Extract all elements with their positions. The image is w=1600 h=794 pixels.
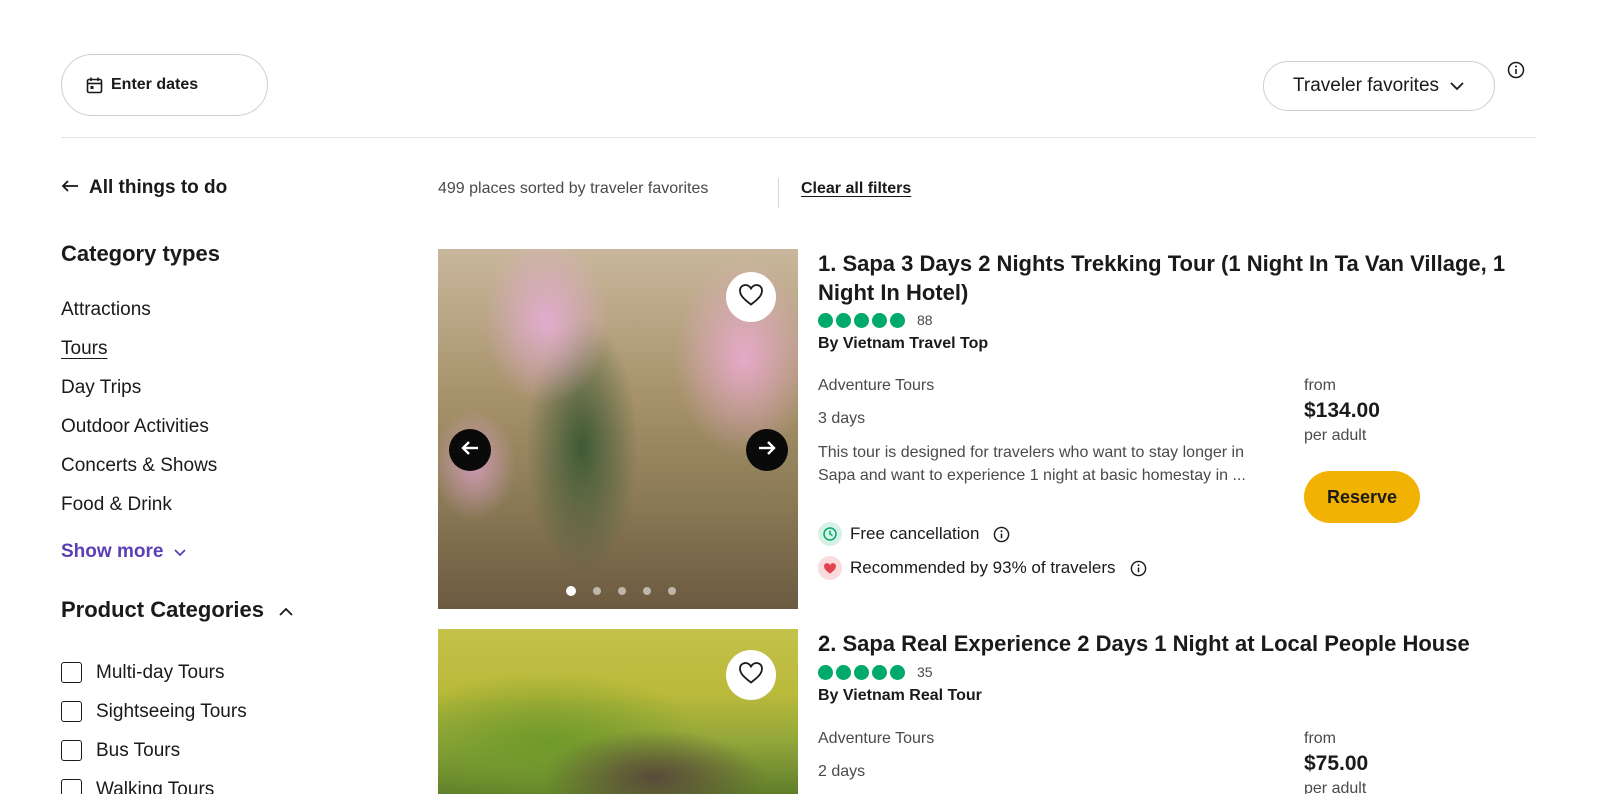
listing-photo[interactable]	[438, 629, 798, 794]
checkbox[interactable]	[61, 662, 82, 683]
photo-pagination	[566, 586, 676, 596]
sort-label: Traveler favorites	[1292, 75, 1440, 96]
sort-dropdown[interactable]: Traveler favorites	[1263, 61, 1495, 111]
heart-icon	[818, 556, 842, 580]
next-photo-button[interactable]	[746, 429, 788, 471]
rating-bubble-icon	[854, 664, 869, 680]
rating-bubbles: 35	[818, 664, 933, 680]
operator-name[interactable]: By Vietnam Real Tour	[818, 687, 982, 705]
rating-bubble-icon	[818, 312, 833, 328]
checkbox[interactable]	[61, 779, 82, 794]
product-category-bus[interactable]: Bus Tours	[61, 731, 247, 770]
product-category-walking[interactable]: Walking Tours	[61, 770, 247, 794]
price: $134.00	[1304, 399, 1380, 422]
checkbox[interactable]	[61, 701, 82, 722]
listing-description: This tour is designed for travelers who …	[818, 444, 1246, 484]
info-icon[interactable]	[1130, 560, 1147, 577]
category-types-heading: Category types	[61, 241, 220, 266]
product-category-label: Multi-day Tours	[96, 661, 225, 683]
calendar-icon	[86, 77, 103, 94]
category-item-outdoor-activities[interactable]: Outdoor Activities	[61, 413, 217, 452]
per-adult-label: per adult	[1304, 427, 1367, 444]
save-favorite-button[interactable]	[726, 272, 776, 322]
results-summary: 499 places sorted by traveler favorites	[438, 180, 709, 197]
listing-category: Adventure Tours	[818, 377, 935, 394]
price: $75.00	[1304, 752, 1369, 775]
chevron-down-icon	[173, 541, 187, 563]
product-category-multi-day[interactable]: Multi-day Tours	[61, 653, 247, 692]
enter-dates-label: Enter dates	[111, 76, 199, 93]
price-from-label: from	[1304, 730, 1336, 747]
divider	[778, 178, 779, 208]
info-icon[interactable]	[993, 526, 1010, 543]
back-link-label: All things to do	[89, 177, 228, 198]
listing-title[interactable]: 1. Sapa 3 Days 2 Nights Trekking Tour (1…	[818, 249, 1508, 307]
rating-bubble-icon	[890, 664, 905, 680]
rating-bubble-icon	[872, 664, 887, 680]
free-cancellation: Free cancellation	[818, 522, 1010, 546]
category-item-concerts-shows[interactable]: Concerts & Shows	[61, 452, 217, 491]
product-categories-toggle[interactable]: Product Categories	[61, 597, 294, 623]
chevron-up-icon	[278, 597, 294, 623]
rating-bubble-icon	[818, 664, 833, 680]
rating-bubble-icon	[890, 312, 905, 328]
recommendation: Recommended by 93% of travelers	[818, 556, 1147, 580]
listing-duration: 3 days	[818, 410, 866, 427]
reserve-button[interactable]: Reserve	[1304, 471, 1420, 523]
listing-card: 2. Sapa Real Experience 2 Days 1 Night a…	[438, 629, 1538, 794]
heart-icon	[738, 283, 764, 312]
listing-photo[interactable]	[438, 249, 798, 609]
product-category-label: Bus Tours	[96, 739, 181, 761]
chevron-down-icon	[1449, 75, 1465, 97]
review-count[interactable]: 35	[917, 664, 933, 680]
product-category-sightseeing[interactable]: Sightseeing Tours	[61, 692, 247, 731]
category-item-food-drink[interactable]: Food & Drink	[61, 491, 217, 530]
pagination-dot[interactable]	[668, 587, 676, 595]
pagination-dot[interactable]	[566, 586, 576, 596]
arrow-left-icon	[460, 440, 480, 461]
rating-bubbles: 88	[818, 312, 933, 328]
product-categories-heading: Product Categories	[61, 597, 264, 622]
show-more-label: Show more	[61, 541, 164, 562]
show-more-button[interactable]: Show more	[61, 541, 187, 563]
arrow-left-icon	[61, 177, 79, 199]
rating-bubble-icon	[872, 312, 887, 328]
review-count[interactable]: 88	[917, 312, 933, 328]
rating-bubble-icon	[854, 312, 869, 328]
heart-icon	[738, 661, 764, 690]
operator-name[interactable]: By Vietnam Travel Top	[818, 335, 988, 353]
category-list: Attractions Tours Day Trips Outdoor Acti…	[61, 296, 217, 530]
listing-card: 1. Sapa 3 Days 2 Nights Trekking Tour (1…	[438, 249, 1538, 609]
product-category-label: Walking Tours	[96, 778, 215, 794]
category-item-attractions[interactable]: Attractions	[61, 296, 217, 335]
enter-dates-button[interactable]: Enter dates	[61, 54, 268, 116]
info-icon[interactable]	[1507, 61, 1525, 79]
per-adult-label: per adult	[1304, 780, 1367, 794]
product-category-list: Multi-day Tours Sightseeing Tours Bus To…	[61, 653, 247, 794]
listing-title[interactable]: 2. Sapa Real Experience 2 Days 1 Night a…	[818, 629, 1508, 658]
listing-category: Adventure Tours	[818, 730, 935, 747]
product-category-label: Sightseeing Tours	[96, 700, 247, 722]
rating-bubble-icon	[836, 312, 851, 328]
pagination-dot[interactable]	[618, 587, 626, 595]
free-cancellation-label: Free cancellation	[850, 524, 980, 543]
category-item-day-trips[interactable]: Day Trips	[61, 374, 217, 413]
all-things-to-do-link[interactable]: All things to do	[61, 177, 227, 199]
recommendation-label: Recommended by 93% of travelers	[850, 558, 1116, 577]
clear-all-filters-link[interactable]: Clear all filters	[801, 180, 911, 198]
price-from-label: from	[1304, 377, 1336, 394]
category-item-tours[interactable]: Tours	[61, 335, 217, 374]
pagination-dot[interactable]	[593, 587, 601, 595]
rating-bubble-icon	[836, 664, 851, 680]
cancellation-clock-icon	[818, 522, 842, 546]
previous-photo-button[interactable]	[449, 429, 491, 471]
save-favorite-button[interactable]	[726, 650, 776, 700]
top-divider	[61, 137, 1536, 138]
pagination-dot[interactable]	[643, 587, 651, 595]
checkbox[interactable]	[61, 740, 82, 761]
listing-duration: 2 days	[818, 763, 866, 780]
arrow-right-icon	[757, 440, 777, 461]
